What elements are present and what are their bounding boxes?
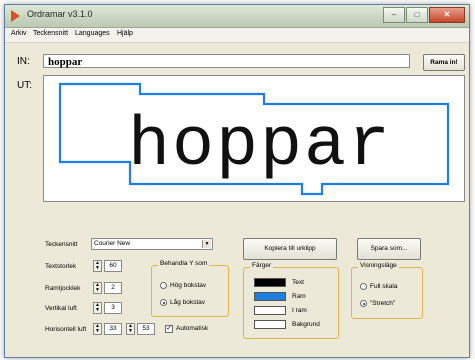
- app-icon: [11, 10, 20, 22]
- font-label: Teckensnitt: [45, 241, 78, 248]
- horizontal-spinner2-icon[interactable]: ▲ ▼: [126, 323, 135, 335]
- frame-color-label: Ram: [292, 293, 306, 300]
- vertical-spinner-icon[interactable]: ▲ ▼: [93, 302, 102, 314]
- output-label: UT:: [17, 80, 32, 91]
- size-field[interactable]: 60: [104, 260, 122, 272]
- window-controls: – □ ✕: [382, 7, 465, 23]
- maximize-icon[interactable]: □: [406, 7, 428, 23]
- border-spinner-icon[interactable]: ▲ ▼: [93, 282, 102, 294]
- menu-languages[interactable]: Languages: [75, 30, 110, 37]
- treat-y-title: Behandla Y som: [158, 260, 210, 267]
- chevron-down-icon[interactable]: ▼: [202, 240, 211, 248]
- vertical-label: Vertikal luft: [45, 305, 77, 312]
- save-as-button[interactable]: Spara som...: [357, 238, 421, 260]
- background-color-label: Bakgrund: [292, 321, 320, 328]
- treat-y-group: Behandla Y som Hög bokstav Låg bokstav: [151, 260, 229, 317]
- radio-low-letter[interactable]: [160, 299, 167, 306]
- window-title: Ordramar v3.1.0: [27, 9, 93, 19]
- menu-hjalp[interactable]: Hjälp: [117, 30, 133, 37]
- rama-in-button[interactable]: Rama in!: [423, 54, 465, 71]
- title-bar: Ordramar v3.1.0 – □ ✕: [5, 5, 469, 28]
- radio-low-label: Låg bokstav: [170, 299, 206, 306]
- radio-high-letter[interactable]: [160, 282, 167, 289]
- view-mode-group: Visningsläge Full skala "Stretch": [351, 262, 423, 319]
- font-value: Courier New: [94, 240, 131, 247]
- colors-group: Färger Text Ram I ram Bakgrund: [243, 262, 339, 339]
- app-window: Ordramar v3.1.0 – □ ✕ Arkiv Teckensnitt …: [4, 4, 470, 358]
- horizontal-spinner-icon[interactable]: ▲ ▼: [93, 323, 102, 335]
- radio-full-scale-label: Full skala: [370, 283, 398, 290]
- minimize-icon[interactable]: –: [383, 7, 405, 23]
- colors-title: Färger: [250, 262, 274, 269]
- preview-word: hoppar: [127, 107, 393, 186]
- inner-color-swatch[interactable]: [254, 306, 286, 315]
- radio-full-scale[interactable]: [360, 283, 367, 290]
- vertical-field[interactable]: 3: [104, 302, 122, 314]
- auto-checkbox[interactable]: ✓: [165, 325, 173, 333]
- horizontal-field-1[interactable]: 33: [104, 323, 122, 335]
- radio-stretch[interactable]: [360, 300, 367, 307]
- inner-color-label: I ram: [292, 307, 307, 314]
- copy-clipboard-button[interactable]: Kopiera till urklipp: [243, 238, 337, 260]
- input-label: IN:: [17, 56, 30, 67]
- radio-high-label: Hög bokstav: [170, 282, 207, 289]
- frame-color-swatch[interactable]: [254, 292, 286, 301]
- auto-label: Automatisk: [176, 325, 209, 332]
- radio-stretch-label: "Stretch": [370, 300, 396, 307]
- font-dropdown[interactable]: Courier New ▼: [91, 238, 213, 250]
- text-color-label: Text: [292, 279, 304, 286]
- size-spinner-icon[interactable]: ▲ ▼: [93, 260, 102, 272]
- horizontal-field-2[interactable]: 53: [137, 323, 155, 335]
- menu-teckensnitt[interactable]: Teckensnitt: [33, 30, 68, 37]
- size-label: Textstorlek: [45, 263, 77, 270]
- border-label: Ramtjocklek: [45, 285, 81, 292]
- border-field[interactable]: 2: [104, 282, 122, 294]
- menu-arkiv[interactable]: Arkiv: [11, 30, 27, 37]
- preview-canvas: hoppar: [43, 75, 465, 202]
- horizontal-label: Horisontell luft: [45, 326, 87, 333]
- background-color-swatch[interactable]: [254, 320, 286, 329]
- view-mode-title: Visningsläge: [358, 262, 399, 269]
- menu-bar: Arkiv Teckensnitt Languages Hjälp: [5, 28, 469, 43]
- word-input[interactable]: hoppar: [43, 54, 410, 68]
- text-color-swatch[interactable]: [254, 278, 286, 287]
- close-icon[interactable]: ✕: [429, 7, 465, 23]
